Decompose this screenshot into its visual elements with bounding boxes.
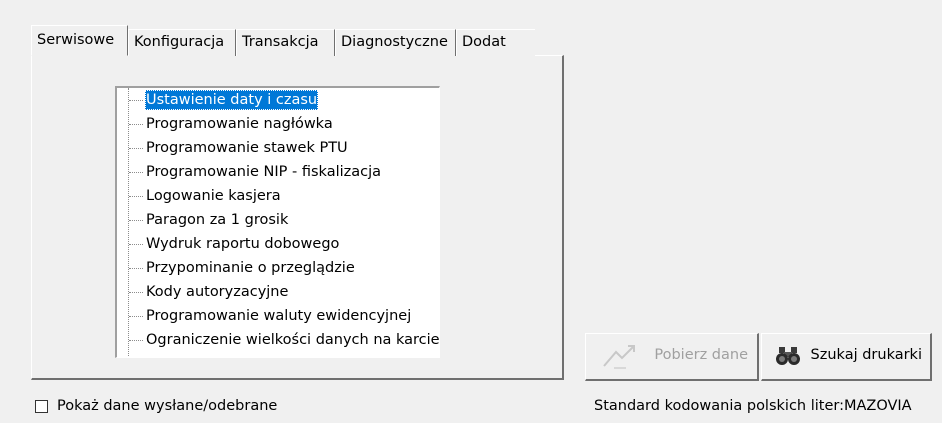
tree-item-label: Ustawienie daty i czasu bbox=[145, 90, 319, 110]
tab-strip: Serwisowe Konfiguracja Transakcja Diagno… bbox=[31, 25, 535, 56]
fetch-data-label: Pobierz dane bbox=[654, 347, 748, 363]
tab-dodatkowe[interactable]: Dodat bbox=[456, 29, 535, 56]
binoculars-icon bbox=[776, 347, 800, 365]
tree-item-label: Ograniczenie wielkości danych na karcie bbox=[146, 332, 440, 348]
show-sent-received-checkbox[interactable] bbox=[35, 400, 48, 413]
download-arrow-icon bbox=[603, 345, 635, 369]
tree-item-receipt-1-grosz[interactable]: Paragon za 1 grosik bbox=[117, 208, 437, 232]
tree-item-inspection-reminder[interactable]: Przypominanie o przeglądzie bbox=[117, 256, 437, 280]
find-printer-label: Szukaj drukarki bbox=[810, 347, 922, 363]
tree-connector bbox=[129, 148, 143, 149]
tab-transakcja[interactable]: Transakcja bbox=[236, 29, 335, 56]
service-tree[interactable]: Ustawienie daty i czasu Programowanie na… bbox=[115, 86, 440, 358]
tree-item-label: Logowanie kasjera bbox=[146, 188, 281, 204]
tree-item-label: Przypominanie o przeglądzie bbox=[146, 260, 355, 276]
tree-item-cashier-login[interactable]: Logowanie kasjera bbox=[117, 184, 437, 208]
tree-item-label: Programowanie waluty ewidencyjnej bbox=[146, 308, 412, 324]
tree-item-daily-report[interactable]: Wydruk raportu dobowego bbox=[117, 232, 437, 256]
show-sent-received-label[interactable]: Pokaż dane wysłane/odebrane bbox=[57, 398, 277, 414]
tree-item-label: Programowanie nagłówka bbox=[146, 116, 333, 132]
encoding-status-text: Standard kodowania polskich liter:MAZOVI… bbox=[594, 398, 912, 414]
tree-item-header[interactable]: Programowanie nagłówka bbox=[117, 112, 437, 136]
tree-connector bbox=[129, 172, 143, 173]
tab-konfiguracja[interactable]: Konfiguracja bbox=[128, 29, 236, 56]
tree-item-label: Paragon za 1 grosik bbox=[146, 212, 289, 228]
tree-connector bbox=[129, 316, 143, 317]
tree-item-label: Wydruk raportu dobowego bbox=[146, 236, 340, 252]
tree-connector bbox=[129, 196, 143, 197]
tree-item-card-data-limit[interactable]: Ograniczenie wielkości danych na karcie bbox=[117, 328, 440, 352]
tree-connector bbox=[129, 244, 143, 245]
tab-serwisowe[interactable]: Serwisowe bbox=[31, 25, 128, 56]
tree-connector bbox=[129, 124, 143, 125]
tab-diagnostyczne[interactable]: Diagnostyczne bbox=[335, 29, 456, 56]
tree-item-label: Programowanie NIP - fiskalizacja bbox=[146, 164, 382, 180]
tree-connector bbox=[129, 100, 143, 101]
tree-connector bbox=[129, 220, 143, 221]
tree-connector bbox=[129, 268, 143, 269]
tree-connector bbox=[129, 292, 143, 293]
find-printer-button[interactable]: Szukaj drukarki bbox=[761, 333, 932, 381]
tree-item-label: Programowanie stawek PTU bbox=[146, 140, 348, 156]
service-window: Serwisowe Konfiguracja Transakcja Diagno… bbox=[0, 0, 942, 423]
tree-item-nip-fiscalization[interactable]: Programowanie NIP - fiskalizacja bbox=[117, 160, 437, 184]
tree-item-label: Kody autoryzacyjne bbox=[146, 284, 289, 300]
tree-item-partial bbox=[117, 352, 437, 357]
tree-item-currency[interactable]: Programowanie waluty ewidencyjnej bbox=[117, 304, 437, 328]
tree-connector bbox=[129, 340, 143, 341]
tree-item-date-time[interactable]: Ustawienie daty i czasu bbox=[117, 88, 437, 112]
fetch-data-button[interactable]: Pobierz dane bbox=[585, 333, 759, 381]
tree-item-ptu-rates[interactable]: Programowanie stawek PTU bbox=[117, 136, 437, 160]
tree-item-authorization-codes[interactable]: Kody autoryzacyjne bbox=[117, 280, 437, 304]
